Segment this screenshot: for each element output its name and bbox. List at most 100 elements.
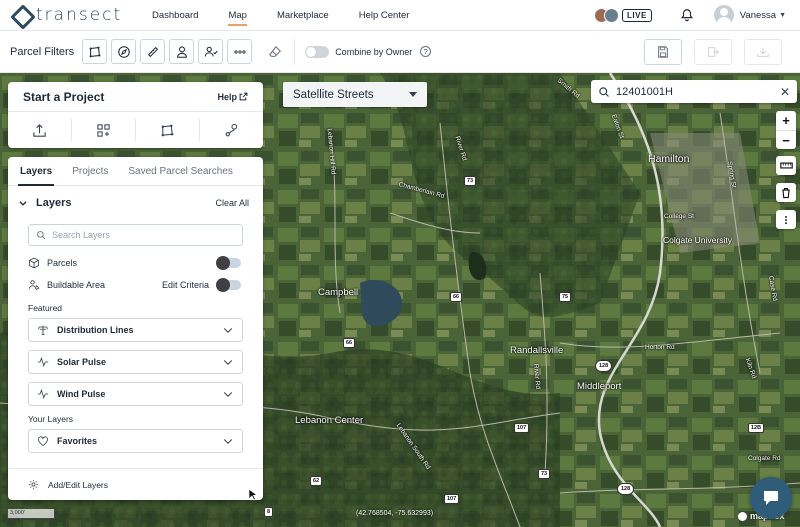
accordion-solar-pulse[interactable]: Solar Pulse [28, 350, 243, 374]
start-project-tools [8, 112, 263, 148]
trash-icon [782, 187, 790, 198]
close-icon[interactable]: ✕ [780, 85, 790, 99]
accordion-wind-pulse[interactable]: Wind Pulse [28, 382, 243, 406]
brand-logo[interactable]: transect [12, 5, 132, 25]
zoom-in-button[interactable]: + [776, 111, 796, 130]
chevron-down-icon: ▼ [779, 11, 786, 19]
eraser-icon[interactable] [268, 45, 282, 59]
accordion-distribution-lines[interactable]: Distribution Lines [28, 318, 243, 342]
layer-row-buildable-area: Buildable Area Edit Criteria [8, 274, 263, 296]
layers-header: Layers Clear All [8, 186, 263, 220]
nav-dashboard[interactable]: Dashboard [152, 10, 198, 21]
nav-links: Dashboard Map Marketplace Help Center [152, 10, 439, 26]
chat-support-button[interactable] [750, 477, 792, 519]
coordinates-readout: (42.768504, -75.632993) [356, 510, 434, 517]
parcel-search-input[interactable]: 12401001H ✕ [591, 80, 797, 103]
chevron-down-icon [223, 392, 233, 397]
accordion-label: Favorites [57, 436, 98, 446]
compass-icon [117, 45, 130, 58]
upload-button[interactable] [8, 119, 72, 141]
nav-marketplace[interactable]: Marketplace [277, 10, 329, 21]
help-link-label: Help [217, 91, 237, 102]
draw-polygon-button[interactable] [136, 119, 200, 141]
owner-filter-button[interactable] [169, 39, 195, 64]
download-button[interactable] [744, 38, 782, 65]
chevron-down-icon [223, 360, 233, 365]
accordion-favorites[interactable]: Favorites [28, 429, 243, 453]
layer-label: Buildable Area [47, 280, 106, 290]
route-shield: 73 [464, 176, 477, 186]
search-value: 12401001H [616, 85, 673, 98]
chevron-down-icon[interactable] [18, 198, 28, 208]
route-shield: 75 [559, 292, 572, 302]
clear-all-button[interactable]: Clear All [215, 198, 249, 208]
pulse-icon [37, 357, 49, 367]
search-layers-input[interactable]: Search Layers [28, 224, 243, 246]
combine-owner-toggle[interactable] [305, 45, 330, 58]
user-menu[interactable]: Vanessa ▼ [713, 5, 786, 25]
search-placeholder: Search Layers [52, 230, 111, 240]
brand-name: transect [36, 5, 123, 25]
mouse-cursor-icon [249, 489, 258, 501]
map-style-value: Satellite Streets [293, 88, 374, 101]
draw-polygon-icon [161, 124, 174, 136]
scale-bar: 3,000' [7, 509, 55, 519]
measure-filter-button[interactable] [140, 39, 166, 64]
tab-saved-parcel-searches[interactable]: Saved Parcel Searches [128, 157, 233, 185]
vertical-dots-icon [785, 215, 787, 224]
route-shield: 8 [264, 507, 274, 517]
place-label: Hamilton [648, 153, 690, 165]
export-button[interactable] [694, 38, 732, 65]
scale-label: 3,000' [10, 510, 25, 516]
divider [294, 38, 296, 65]
pulse-icon [37, 389, 49, 399]
delete-drawing-button[interactable] [776, 183, 796, 202]
tab-layers[interactable]: Layers [17, 157, 55, 186]
bell-icon[interactable] [680, 8, 694, 22]
nav-right: LIVE Vanessa ▼ [594, 5, 800, 25]
person-icon [176, 45, 187, 58]
add-edit-layers-button[interactable]: Add/Edit Layers [8, 468, 263, 500]
toolbar-actions [636, 38, 786, 65]
location-filter-button[interactable] [111, 39, 137, 64]
ruler-button[interactable] [776, 156, 796, 175]
power-line-icon [38, 325, 48, 335]
zoom-out-button[interactable]: − [776, 130, 796, 149]
place-label: Campbell [318, 287, 359, 298]
nav-help-center[interactable]: Help Center [359, 10, 410, 21]
place-label: Randallsville [510, 345, 564, 356]
route-shield: 62 [310, 476, 323, 486]
combine-owner-label: Combine by Owner [335, 46, 413, 57]
search-icon [599, 86, 609, 97]
place-label: Colgate University [663, 235, 732, 245]
parcels-toggle[interactable] [216, 256, 241, 270]
help-icon[interactable]: ? [420, 46, 432, 57]
owners-filter-button[interactable] [198, 39, 224, 64]
place-label: Lebanon Center [295, 415, 364, 426]
download-icon [757, 47, 769, 57]
chat-bubble-icon [764, 491, 778, 505]
save-button[interactable] [644, 38, 682, 65]
route-icon [225, 123, 238, 136]
route-button[interactable] [200, 119, 263, 141]
polygon-filter-button[interactable] [82, 39, 108, 64]
ruler-icon [147, 46, 158, 57]
add-edit-layers-label: Add/Edit Layers [48, 479, 109, 490]
buildable-area-toggle[interactable] [216, 278, 241, 292]
layer-label: Parcels [47, 258, 78, 268]
live-badge: LIVE [622, 8, 652, 22]
user-name: Vanessa [739, 9, 777, 21]
live-collaborators[interactable]: LIVE [594, 7, 652, 23]
layer-row-parcels: Parcels [8, 252, 263, 274]
help-link[interactable]: Help [217, 92, 248, 102]
mapbox-logo-icon [738, 511, 747, 521]
edit-criteria-link[interactable]: Edit Criteria [162, 280, 209, 290]
save-icon [658, 45, 668, 58]
add-sites-button[interactable] [72, 119, 136, 141]
featured-label: Featured [28, 303, 63, 313]
more-filters-button[interactable] [227, 39, 253, 64]
map-style-select[interactable]: Satellite Streets [283, 82, 427, 107]
nav-map[interactable]: Map [228, 10, 248, 26]
tab-projects[interactable]: Projects [72, 157, 108, 185]
map-more-button[interactable] [776, 210, 796, 229]
